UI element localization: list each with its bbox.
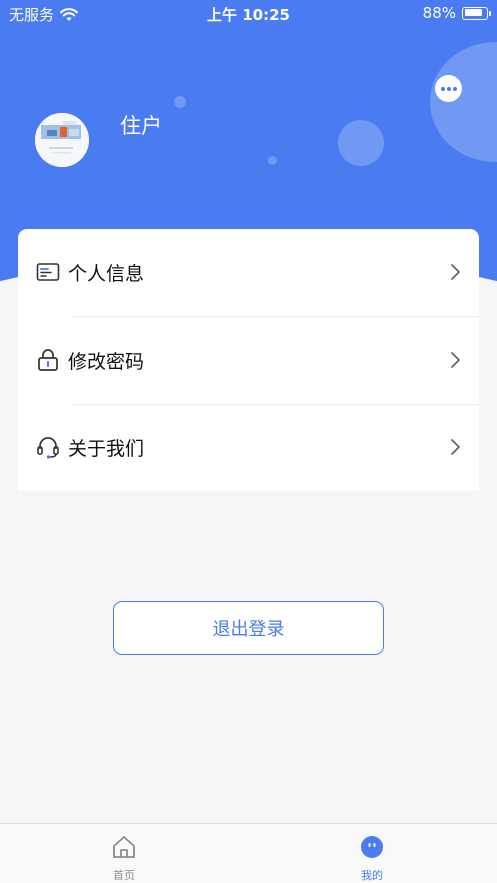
lock-icon (38, 349, 58, 371)
menu-item-label: 关于我们 (68, 438, 145, 460)
headset-icon (37, 437, 59, 459)
home-icon (113, 836, 135, 858)
avatar[interactable] (35, 113, 89, 167)
chevron-right-icon (451, 264, 460, 280)
id-card-icon (36, 263, 60, 281)
menu-item-change-password[interactable]: 修改密码 (18, 317, 479, 404)
tab-home[interactable]: 首页 (64, 824, 184, 883)
message-button[interactable] (435, 75, 462, 102)
menu-item-label: 修改密码 (68, 351, 145, 373)
decor-circle (430, 42, 497, 162)
battery-percent: 88% (422, 4, 456, 22)
status-bar: 无服务 上午 10:25 88% (0, 0, 497, 26)
profile-face-icon (361, 836, 383, 858)
battery-level (464, 9, 483, 16)
menu-item-about-us[interactable]: 关于我们 (18, 404, 479, 491)
chat-bubble-icon (440, 86, 457, 91)
tab-label: 我的 (361, 869, 383, 882)
tab-label: 首页 (113, 869, 135, 882)
menu-item-personal-info[interactable]: 个人信息 (18, 229, 479, 316)
decor-circle (174, 96, 186, 108)
decor-circle (338, 120, 384, 166)
decor-circle (268, 156, 277, 165)
logout-button[interactable]: 退出登录 (113, 601, 384, 655)
avatar-image (35, 113, 89, 167)
tab-mine[interactable]: 我的 (312, 824, 432, 883)
menu-item-label: 个人信息 (68, 263, 145, 285)
menu-card: 个人信息 修改密码 关于我们 (18, 229, 479, 491)
chevron-right-icon (451, 352, 460, 368)
tab-bar: 首页 我的 (0, 823, 497, 883)
username: 住户 (120, 114, 162, 138)
battery-icon (462, 6, 491, 20)
chevron-right-icon (451, 439, 460, 455)
